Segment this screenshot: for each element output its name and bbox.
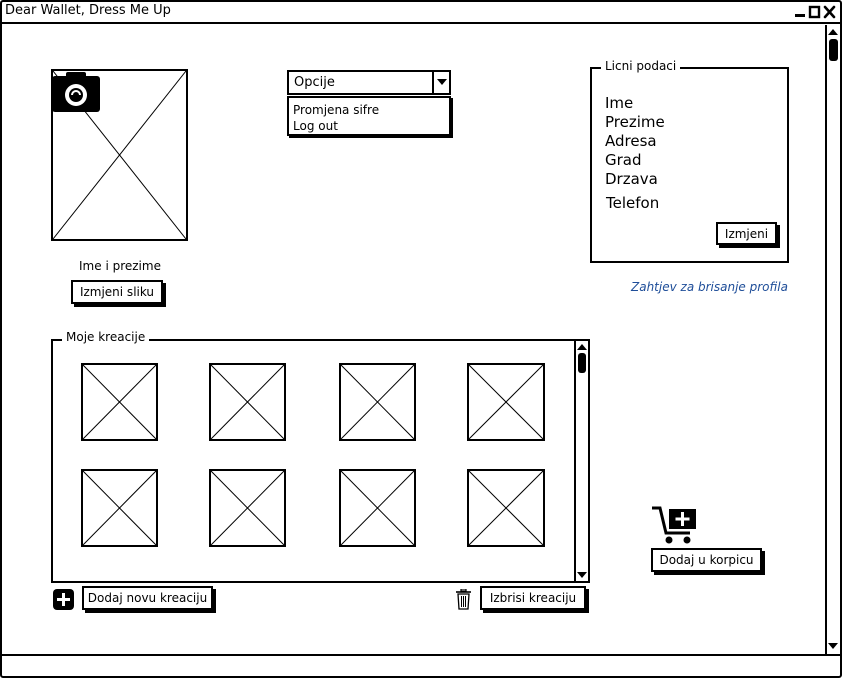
window-scrollbar[interactable] [825, 25, 840, 654]
change-photo-button[interactable]: Izmjeni sliku [71, 280, 163, 304]
add-creation-button[interactable]: Dodaj novu kreaciju [82, 586, 213, 610]
creation-thumbnail[interactable] [339, 469, 416, 547]
profile-name: Ime i prezime [79, 259, 161, 273]
window-controls [793, 4, 838, 20]
options-menu: Promjena sifre Log out [287, 96, 451, 136]
delete-profile-link[interactable]: Zahtjev za brisanje profila [631, 280, 788, 294]
creation-thumbnail[interactable] [81, 363, 158, 441]
chevron-down-icon [437, 79, 447, 85]
menu-item-change-password[interactable]: Promjena sifre [293, 103, 379, 117]
minimize-icon[interactable] [795, 14, 805, 17]
add-to-cart-button[interactable]: Dodaj u korpicu [651, 548, 762, 572]
scroll-thumb[interactable] [829, 39, 838, 61]
creation-thumbnail[interactable] [467, 363, 545, 441]
options-select-value: Opcije [294, 75, 335, 90]
scroll-thumb[interactable] [578, 353, 586, 373]
cart-icon[interactable] [652, 505, 698, 545]
creations-scrollbar[interactable] [574, 341, 588, 581]
window-title: Dear Wallet, Dress Me Up [5, 3, 171, 18]
plus-icon[interactable] [53, 589, 74, 610]
scroll-down-icon[interactable] [828, 643, 838, 649]
camera-icon[interactable] [52, 72, 100, 112]
creation-thumbnail[interactable] [81, 469, 158, 547]
field-first-name: Ime [605, 94, 634, 112]
scroll-up-icon[interactable] [828, 29, 838, 35]
creation-thumbnail[interactable] [339, 363, 416, 441]
maximize-icon[interactable] [808, 5, 821, 19]
personal-data-legend: Licni podaci [601, 59, 681, 73]
field-phone: Telefon [606, 194, 660, 212]
status-bar [2, 654, 840, 676]
options-select[interactable]: Opcije [287, 70, 451, 95]
scroll-up-icon[interactable] [577, 344, 587, 350]
scroll-down-icon[interactable] [577, 572, 587, 578]
field-address: Adresa [605, 132, 657, 150]
delete-creation-button[interactable]: Izbrisi kreaciju [480, 586, 586, 610]
dropdown-toggle[interactable] [432, 70, 451, 95]
edit-personal-data-button[interactable]: Izmjeni [716, 222, 777, 245]
creation-thumbnail[interactable] [209, 363, 286, 441]
trash-icon[interactable] [455, 588, 472, 610]
field-country: Drzava [605, 170, 658, 188]
field-city: Grad [605, 151, 642, 169]
field-last-name: Prezime [605, 113, 665, 131]
menu-item-logout[interactable]: Log out [293, 119, 338, 133]
creation-thumbnail[interactable] [209, 469, 286, 547]
creation-thumbnail[interactable] [467, 469, 545, 547]
creations-legend: Moje kreacije [62, 330, 150, 344]
close-icon[interactable] [823, 5, 836, 19]
